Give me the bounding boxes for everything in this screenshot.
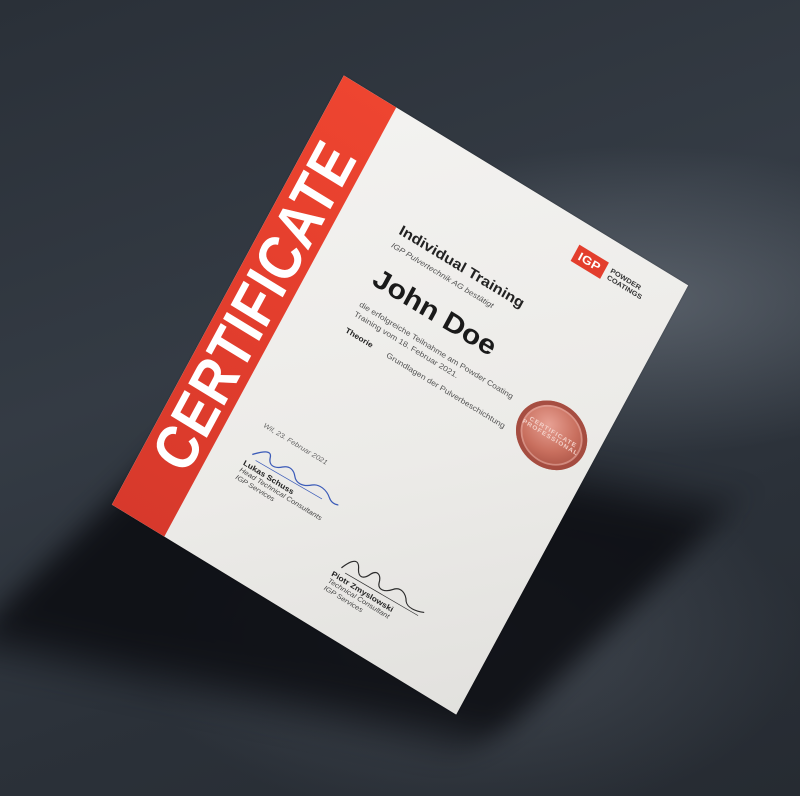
logo-mark: IGP	[570, 244, 609, 279]
seal-text: CERTIFICATE PROFESSIONAL	[521, 415, 580, 458]
topic-description: Grundlagen der Pulverbeschichtung	[384, 350, 507, 431]
logo-text: POWDER COATINGS	[606, 267, 647, 301]
topic-label: Theorie	[343, 325, 375, 350]
photo-background: CERTIFICATE IGP POWDER COATINGS Individu…	[0, 0, 800, 796]
certificate-seal: CERTIFICATE PROFESSIONAL	[504, 386, 600, 484]
signature-block-1: Lukas Schuss Head Technical Consultants …	[234, 439, 347, 535]
igp-logo: IGP POWDER COATINGS	[570, 244, 648, 303]
signature-block-2: Piotr Zmyslowski Technical Consultant IG…	[322, 547, 436, 646]
